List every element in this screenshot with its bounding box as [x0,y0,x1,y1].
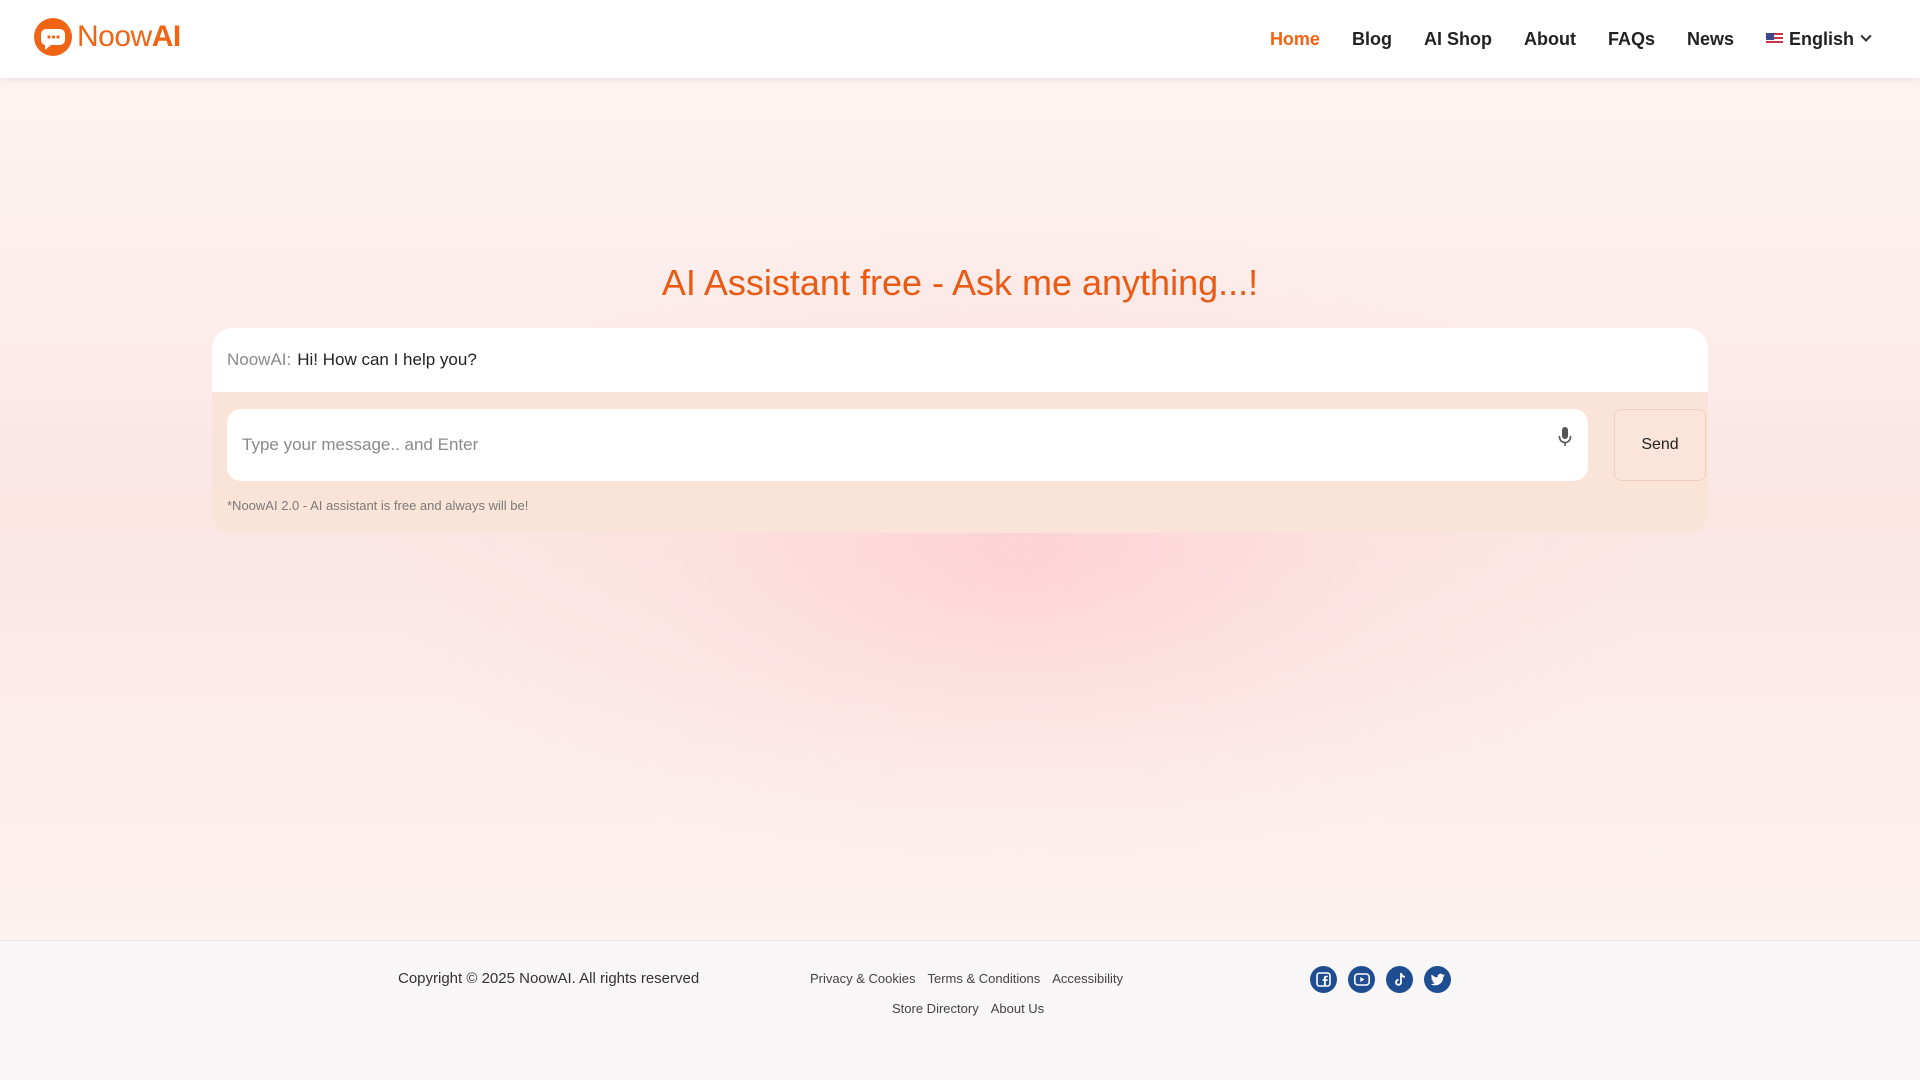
main-nav: Home Blog AI Shop About FAQs News Englis… [1238,0,1872,78]
microphone-icon[interactable] [1557,426,1573,450]
send-button[interactable]: Send [1614,409,1706,481]
facebook-icon[interactable] [1310,966,1337,993]
logo-text-bold: AI [151,20,182,53]
chevron-down-icon [1860,30,1872,42]
nav-news[interactable]: News [1687,29,1734,50]
site-footer: Copyright © 2025 NoowAI. All rights rese… [0,940,1920,1080]
nav-ai-shop[interactable]: AI Shop [1424,29,1492,50]
social-links [1310,966,1462,993]
store-directory-link[interactable]: Store Directory [892,1001,979,1016]
footer-links-row-1: Privacy & Cookies Terms & Conditions Acc… [810,971,1135,986]
page-title: AI Assistant free - Ask me anything...! [661,262,1259,303]
logo[interactable]: NoowAI [34,17,181,57]
language-selector[interactable]: English [1765,28,1872,50]
main-content: AI Assistant free - Ask me anything...! … [0,78,1920,940]
logo-text-light: Noow [77,20,152,53]
input-row: Send [227,409,1706,481]
about-us-link[interactable]: About Us [991,1001,1044,1016]
nav-about[interactable]: About [1524,29,1576,50]
youtube-icon[interactable] [1348,966,1375,993]
nav-blog[interactable]: Blog [1352,29,1392,50]
chat-message: NoowAI: Hi! How can I help you? [212,328,1708,392]
chat-box: NoowAI: Hi! How can I help you? Send *No… [212,328,1708,533]
logo-text: NoowAI [77,17,181,57]
nav-home[interactable]: Home [1270,29,1320,50]
footer-links-row-2: Store Directory About Us [892,1001,1056,1016]
privacy-cookies-link[interactable]: Privacy & Cookies [810,971,915,986]
chat-message-text: Hi! How can I help you? [297,350,477,369]
disclaimer-note: *NoowAI 2.0 - AI assistant is free and a… [227,498,529,513]
tiktok-icon[interactable] [1386,966,1413,993]
chat-sender: NoowAI: [227,350,292,369]
message-input[interactable] [227,409,1588,481]
copyright-text: Copyright © 2025 NoowAI. All rights rese… [398,970,700,987]
terms-conditions-link[interactable]: Terms & Conditions [927,971,1040,986]
nav-faqs[interactable]: FAQs [1608,29,1655,50]
chat-bubble-logo-icon [34,18,72,56]
twitter-icon[interactable] [1424,966,1451,993]
site-header: NoowAI Home Blog AI Shop About FAQs News… [0,0,1920,78]
language-label: English [1788,28,1854,49]
us-flag-icon [1765,33,1783,45]
accessibility-link[interactable]: Accessibility [1052,971,1123,986]
